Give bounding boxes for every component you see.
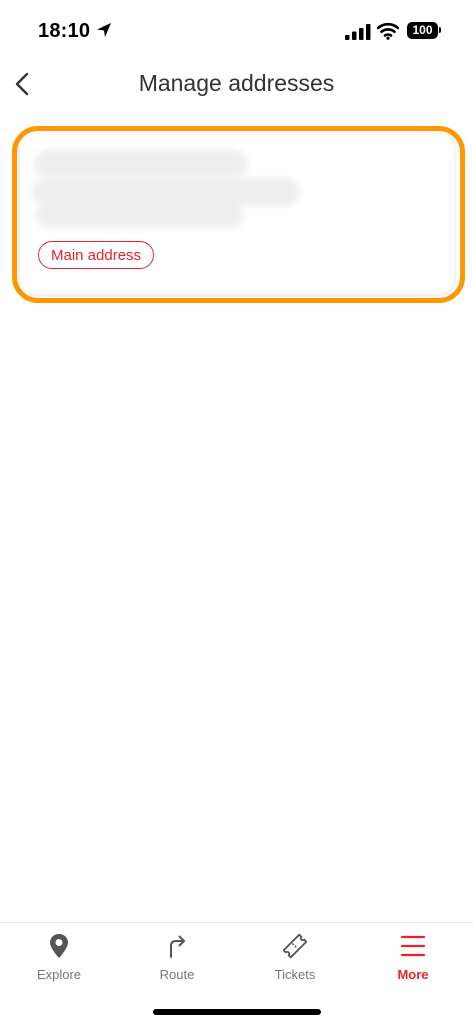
tab-label: Explore	[36, 967, 82, 982]
home-indicator	[153, 1009, 321, 1015]
ticket-icon	[283, 933, 307, 959]
tab-tickets[interactable]: Tickets	[236, 923, 354, 993]
redacted-address-line	[34, 150, 248, 178]
battery-icon: 100	[407, 22, 438, 39]
menu-icon	[401, 935, 425, 957]
main-address-badge: Main address	[38, 241, 155, 269]
route-arrow-icon	[170, 935, 185, 958]
redacted-address-line	[36, 202, 244, 228]
wifi-icon	[377, 22, 399, 40]
status-time: 18:10	[38, 20, 91, 42]
location-arrow-icon	[97, 23, 111, 37]
tab-more[interactable]: More	[354, 923, 472, 993]
tab-label: Route	[159, 967, 195, 982]
header: Manage addresses	[0, 60, 473, 110]
tab-route[interactable]: Route	[118, 923, 236, 993]
page-title: Manage addresses	[138, 70, 335, 96]
tab-label: More	[397, 967, 429, 982]
cellular-signal-icon	[345, 24, 371, 40]
battery-tip	[439, 27, 441, 33]
map-pin-icon	[50, 934, 68, 958]
tab-explore[interactable]: Explore	[0, 923, 118, 993]
tab-label: Tickets	[274, 967, 316, 982]
address-card[interactable]: Main address	[20, 134, 454, 294]
battery-level: 100	[412, 23, 433, 37]
status-bar: 18:10 100	[0, 0, 473, 60]
